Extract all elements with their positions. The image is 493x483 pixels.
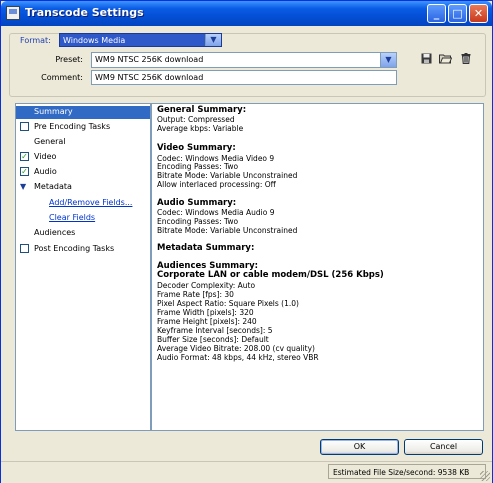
title-bar[interactable]: Transcode Settings _ □ ✕ — [1, 1, 492, 26]
summary-line: Frame Width [pixels]: 320 — [157, 308, 254, 317]
expand-triangle-icon[interactable]: ▼ — [20, 182, 26, 191]
preset-dropdown[interactable]: WM9 NTSC 256K download ▼ — [91, 52, 397, 68]
tree-item-pre-encoding-tasks[interactable]: Pre Encoding Tasks — [16, 121, 150, 134]
tree-item-label: Post Encoding Tasks — [34, 244, 115, 253]
format-dropdown[interactable]: Windows Media ▼ — [59, 33, 222, 47]
summary-line: Average Video Bitrate: 208.00 (cv qualit… — [157, 344, 315, 353]
tree-item-video[interactable]: ✓ Video — [16, 151, 150, 164]
tree-item-label: Audio — [34, 167, 57, 176]
summary-line: Encoding Passes: Two — [157, 162, 239, 171]
app-icon — [6, 6, 20, 20]
metadata-summary-heading: Metadata Summary: — [157, 243, 255, 253]
tree-item-label: Pre Encoding Tasks — [34, 122, 111, 131]
summary-line: Pixel Aspect Ratio: Square Pixels (1.0) — [157, 299, 299, 308]
tree-item-audio[interactable]: ✓ Audio — [16, 166, 150, 179]
tree-item-post-encoding-tasks[interactable]: Post Encoding Tasks — [16, 243, 150, 256]
video-summary-heading: Video Summary: — [157, 143, 236, 153]
checkbox-checked[interactable]: ✓ — [20, 167, 29, 176]
summary-line: Codec: Windows Media Audio 9 — [157, 208, 275, 217]
tree-item-label: Video — [34, 152, 57, 161]
add-remove-fields-link[interactable]: Add/Remove Fields... — [49, 198, 132, 207]
summary-line: Audio Format: 48 kbps, 44 kHz, stereo VB… — [157, 353, 319, 362]
cancel-button[interactable]: Cancel — [404, 439, 483, 455]
maximize-button[interactable]: □ — [448, 4, 467, 23]
checkbox-unchecked[interactable] — [20, 244, 29, 253]
window-title: Transcode Settings — [25, 6, 144, 19]
tree-item-label: Metadata — [34, 182, 72, 191]
tree-item-add-remove-fields[interactable]: Add/Remove Fields... — [16, 197, 150, 210]
summary-line: Frame Rate [fps]: 30 — [157, 290, 234, 299]
transcode-settings-window: Transcode Settings _ □ ✕ Format: Windows… — [0, 0, 493, 483]
summary-line: Buffer Size [seconds]: Default — [157, 335, 269, 344]
checkbox-unchecked[interactable] — [20, 122, 29, 131]
tree-item-label: Summary — [34, 107, 73, 116]
checkbox-checked[interactable]: ✓ — [20, 152, 29, 161]
file-size-estimate: Estimated File Size/second: 9538 KB — [333, 468, 470, 477]
tree-item-label: General — [34, 137, 66, 146]
ok-button[interactable]: OK — [320, 439, 399, 455]
tree-item-general[interactable]: General — [16, 136, 150, 149]
close-button[interactable]: ✕ — [469, 4, 488, 23]
format-label: Format: — [19, 36, 52, 45]
save-icon[interactable] — [419, 53, 433, 66]
summary-line: Bitrate Mode: Variable Unconstrained — [157, 226, 298, 235]
chevron-down-icon[interactable]: ▼ — [380, 53, 396, 67]
summary-line: Keyframe Interval [seconds]: 5 — [157, 326, 273, 335]
trash-icon[interactable] — [459, 53, 473, 66]
tree-item-clear-fields[interactable]: Clear Fields — [16, 212, 150, 225]
minimize-button[interactable]: _ — [427, 4, 446, 23]
comment-value: WM9 NTSC 256K download — [95, 73, 204, 82]
status-bar: Estimated File Size/second: 9538 KB — [1, 461, 492, 483]
clear-fields-link[interactable]: Clear Fields — [49, 213, 95, 222]
summary-line: Frame Height [pixels]: 240 — [157, 317, 257, 326]
summary-line: Decoder Complexity: Auto — [157, 281, 256, 290]
summary-line: Bitrate Mode: Variable Unconstrained — [157, 171, 298, 180]
summary-line: Average kbps: Variable — [157, 124, 244, 133]
general-summary-heading: General Summary: — [157, 105, 247, 115]
chevron-down-icon[interactable]: ▼ — [205, 34, 221, 46]
comment-input[interactable]: WM9 NTSC 256K download — [91, 70, 397, 85]
tree-item-audiences[interactable]: Audiences — [16, 227, 150, 240]
tree-item-metadata[interactable]: ▼ Metadata — [16, 181, 150, 194]
summary-line: Output: Compressed — [157, 115, 235, 124]
summary-line: Encoding Passes: Two — [157, 217, 239, 226]
tree-item-summary[interactable]: Summary — [16, 106, 150, 119]
audio-summary-heading: Audio Summary: — [157, 198, 237, 208]
file-size-estimate-cell: Estimated File Size/second: 9538 KB — [328, 464, 486, 479]
tree-item-label: Audiences — [34, 228, 76, 237]
settings-tree: Summary Pre Encoding Tasks General ✓ Vid… — [15, 103, 151, 431]
preset-value: WM9 NTSC 256K download — [95, 55, 204, 64]
audience-name: Corporate LAN or cable modem/DSL (256 Kb… — [157, 270, 384, 280]
format-value: Windows Media — [63, 36, 126, 45]
comment-label: Comment: — [41, 73, 83, 82]
open-folder-icon[interactable] — [438, 53, 452, 66]
resize-grip-icon[interactable] — [480, 471, 490, 481]
preset-label: Preset: — [55, 55, 83, 64]
summary-panel: General Summary: Output: Compressed Aver… — [151, 103, 484, 431]
summary-line: Allow interlaced processing: Off — [157, 180, 276, 189]
